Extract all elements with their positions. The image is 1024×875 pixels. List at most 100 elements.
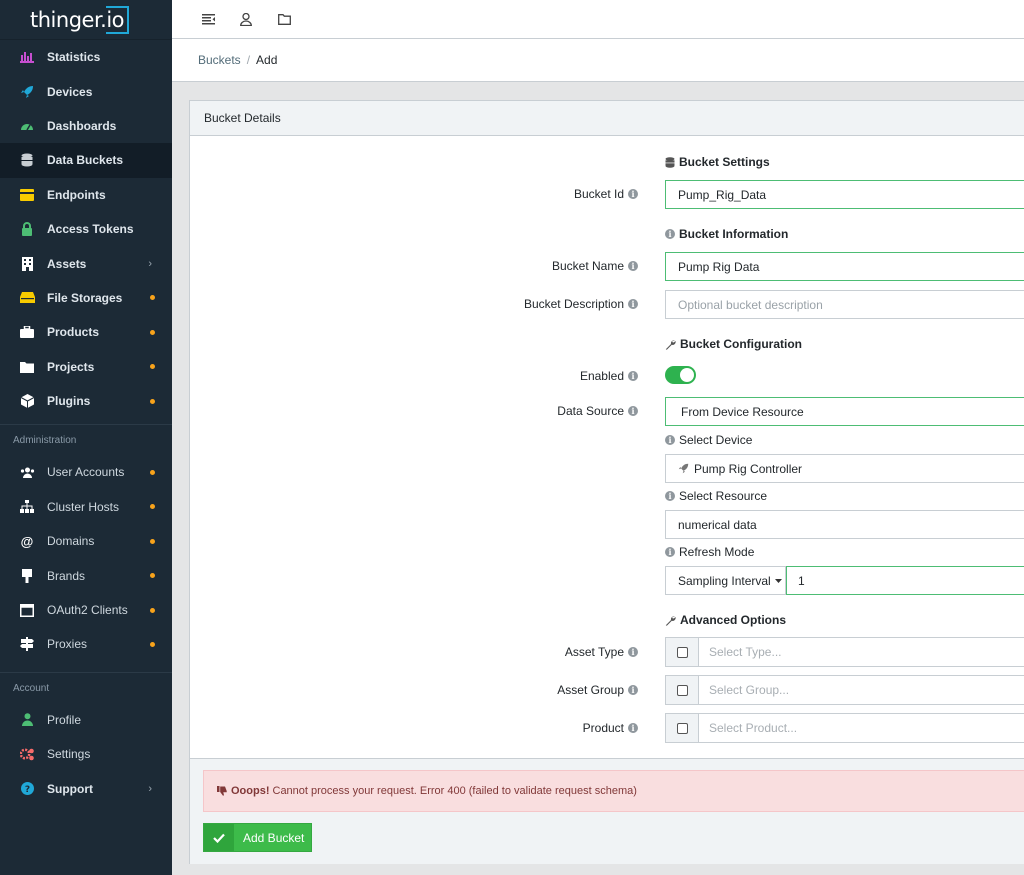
info-icon[interactable]: i [665, 435, 675, 445]
sidebar-item-user-accounts[interactable]: User Accounts [0, 455, 172, 489]
sidebar-toggle-icon[interactable] [200, 11, 216, 27]
breadcrumb-buckets-link[interactable]: Buckets [198, 53, 241, 67]
database-icon [665, 156, 675, 168]
nav-section-title-administration: Administration [13, 435, 77, 447]
info-icon[interactable]: i [665, 547, 675, 557]
sidebar-item-label: Projects [47, 359, 95, 374]
toggle-knob [680, 368, 694, 382]
info-icon: i [665, 229, 675, 239]
asset-group-group: Select Group... [665, 675, 1024, 705]
section-title-text: Advanced Options [680, 613, 787, 627]
status-dot [150, 398, 155, 404]
rocket-icon [19, 84, 35, 100]
building-icon [19, 256, 35, 272]
info-icon[interactable]: i [628, 189, 638, 199]
sidebar-item-support[interactable]: ? Support › [0, 771, 172, 805]
section-bucket-information: i Bucket Information [665, 227, 788, 241]
sidebar-item-label: Cluster Hosts [47, 499, 120, 514]
asset-group-checkbox-addon[interactable] [665, 675, 699, 705]
refresh-mode-value: Sampling Interval [678, 573, 771, 588]
asset-type-checkbox-addon[interactable] [665, 637, 699, 667]
signpost-icon [19, 636, 35, 652]
sidebar-item-label: Devices [47, 84, 93, 99]
info-icon[interactable]: i [628, 406, 638, 416]
refresh-mode-dropdown[interactable]: Sampling Interval [665, 566, 786, 595]
sidebar-item-projects[interactable]: Projects [0, 350, 172, 384]
data-source-select[interactable]: From Device Resource [665, 397, 1024, 426]
label-text: Select Device [679, 433, 753, 447]
sidebar-item-label: Profile [47, 712, 82, 727]
sidebar-item-label: Proxies [47, 637, 88, 652]
info-icon[interactable]: i [628, 723, 638, 733]
product-checkbox-addon[interactable] [665, 713, 699, 743]
user-icon [19, 712, 35, 728]
asset-type-select[interactable]: Select Type... [699, 637, 1024, 667]
enabled-toggle[interactable] [665, 366, 696, 384]
sidebar-item-statistics[interactable]: Statistics [0, 40, 172, 74]
sidebar-item-oauth2-clients[interactable]: OAuth2 Clients [0, 593, 172, 627]
select-resource-dropdown[interactable]: numerical data [665, 510, 1024, 539]
section-bucket-settings: Bucket Settings [665, 155, 770, 169]
sidebar-item-assets[interactable]: Assets › [0, 246, 172, 280]
info-icon[interactable]: i [628, 647, 638, 657]
window-icon [19, 602, 35, 618]
product-group: Select Product... [665, 713, 1024, 743]
sidebar-item-plugins[interactable]: Plugins [0, 384, 172, 418]
sidebar-item-label: Settings [47, 747, 91, 762]
asset-group-checkbox[interactable] [676, 684, 688, 696]
sidebar-item-data-buckets[interactable]: Data Buckets [0, 143, 172, 178]
sidebar-item-file-storages[interactable]: File Storages [0, 281, 172, 315]
brand-text: thinger.io [30, 5, 130, 34]
brand-logo[interactable]: thinger.io [0, 0, 172, 40]
sidebar-item-settings[interactable]: Settings [0, 737, 172, 771]
select-device-dropdown[interactable]: Pump Rig Controller [665, 454, 1024, 483]
info-icon[interactable]: i [628, 685, 638, 695]
section-title-text: Bucket Information [679, 227, 789, 241]
info-icon[interactable]: i [665, 491, 675, 501]
add-bucket-button[interactable]: Add Bucket [203, 823, 312, 852]
label-text: Asset Type [564, 645, 624, 659]
sidebar-item-label: File Storages [47, 290, 123, 305]
breadcrumb-current: Add [256, 53, 278, 67]
info-icon[interactable]: i [628, 261, 638, 271]
sitemap-icon [19, 499, 35, 515]
select-device-label: i Select Device [665, 433, 752, 447]
sidebar-item-endpoints[interactable]: Endpoints [0, 178, 172, 212]
sidebar-item-label: Products [47, 325, 100, 340]
refresh-interval-input[interactable]: 1 [786, 566, 1024, 595]
user-icon[interactable] [238, 11, 254, 27]
sidebar-item-products[interactable]: Products [0, 315, 172, 349]
bucket-description-input[interactable]: Optional bucket description [665, 290, 1024, 319]
product-checkbox[interactable] [676, 722, 688, 734]
bucket-name-input[interactable]: Pump Rig Data [665, 252, 1024, 281]
sidebar-item-domains[interactable]: @ Domains [0, 524, 172, 558]
chart-icon [19, 49, 35, 65]
bucket-id-label: Bucket Id i [574, 187, 638, 201]
bucket-id-input[interactable]: Pump_Rig_Data [665, 180, 1024, 209]
info-icon[interactable]: i [628, 371, 638, 381]
asset-group-select[interactable]: Select Group... [699, 675, 1024, 705]
product-select[interactable]: Select Product... [699, 713, 1024, 743]
asset-type-checkbox[interactable] [676, 646, 688, 658]
sidebar-item-cluster-hosts[interactable]: Cluster Hosts [0, 490, 172, 524]
sidebar-item-access-tokens[interactable]: Access Tokens [0, 212, 172, 246]
sidebar-item-devices[interactable]: Devices [0, 74, 172, 108]
select-resource-label: i Select Resource [665, 489, 767, 503]
folder-icon[interactable] [276, 11, 292, 27]
status-dot [150, 607, 155, 613]
briefcase-icon [19, 324, 35, 340]
section-title-text: Bucket Configuration [680, 337, 802, 351]
sidebar-item-profile[interactable]: Profile [0, 703, 172, 737]
sidebar-item-dashboards[interactable]: Dashboards [0, 109, 172, 143]
sidebar-item-brands[interactable]: Brands [0, 558, 172, 592]
card-title: Bucket Details [190, 101, 1024, 136]
thumbs-down-icon [217, 786, 227, 796]
chevron-right-icon: › [148, 782, 152, 795]
info-icon[interactable]: i [628, 299, 638, 309]
bucket-description-label: Bucket Description i [524, 297, 638, 311]
label-text: Data Source [557, 404, 624, 418]
lock-icon [19, 221, 35, 237]
users-icon [19, 464, 35, 480]
sidebar-item-proxies[interactable]: Proxies [0, 627, 172, 661]
refresh-mode-label: i Refresh Mode [665, 545, 754, 559]
